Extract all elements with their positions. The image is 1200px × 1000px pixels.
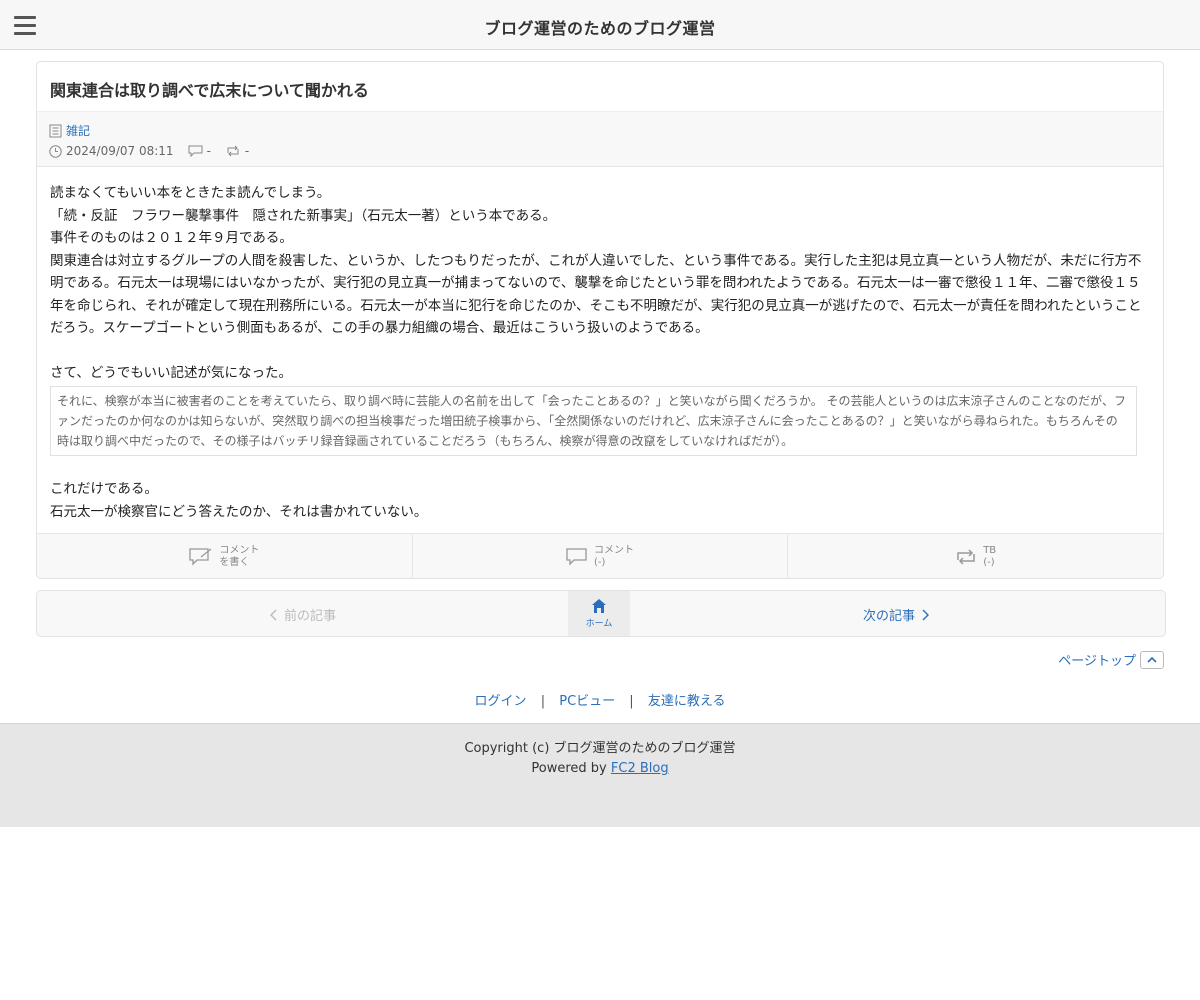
header: ブログ運営のためのブログ運営 — [0, 0, 1200, 50]
next-article-link[interactable]: 次の記事 — [863, 605, 930, 624]
login-link[interactable]: ログイン — [475, 694, 527, 709]
article-meta: 雑記 2024/09/07 08:11 - - — [37, 111, 1163, 167]
paragraph: 「続・反証 フラワー襲撃事件 隠された新事実」（石元太一著）という本である。 — [50, 207, 557, 224]
paragraph: 読まなくてもいい本をときたま読んでしまう。 — [50, 185, 331, 201]
site-title[interactable]: ブログ運営のためのブログ運営 — [0, 15, 1200, 39]
link-separator: | — [629, 694, 634, 709]
comments-label-2: (-) — [594, 557, 606, 568]
tb-label-1: TB — [983, 545, 997, 556]
category-icon — [49, 124, 62, 137]
write-comment-button[interactable]: コメント を書く — [37, 534, 413, 578]
comments-button[interactable]: コメント (-) — [413, 534, 789, 578]
paragraph: 石元太一が検察官にどう答えたのか、それは書かれていない。 — [50, 503, 428, 520]
comment-icon — [566, 548, 587, 566]
home-icon — [592, 599, 606, 613]
comment-count[interactable]: - — [207, 144, 211, 158]
tb-label-2: (-) — [983, 557, 995, 568]
home-button[interactable]: ホーム — [568, 591, 630, 636]
next-article-label: 次の記事 — [863, 609, 916, 624]
copyright: Copyright (c) ブログ運営のためのブログ運営 — [464, 741, 736, 756]
article-body: 読まなくてもいい本をときたま読んでしまう。 「続・反証 フラワー襲撃事件 隠され… — [50, 182, 1150, 523]
write-comment-label-1: コメント — [219, 545, 260, 556]
article-card: 関東連合は取り調べで広末について聞かれる 雑記 2024/09/07 08:11… — [36, 61, 1164, 579]
home-label: ホーム — [585, 619, 613, 629]
footer: Copyright (c) ブログ運営のためのブログ運営 Powered by … — [0, 723, 1200, 827]
chevron-right-icon — [922, 609, 930, 620]
comment-icon — [188, 145, 203, 157]
post-date: 2024/09/07 08:11 — [66, 144, 174, 158]
trackback-icon — [227, 145, 239, 157]
paragraph: 関東連合は対立するグループの人間を殺害した、というか、したつもりだったが、これが… — [50, 252, 1142, 337]
trackback-icon — [957, 549, 975, 565]
trackback-count[interactable]: - — [245, 144, 249, 158]
article-title: 関東連合は取り調べで広末について聞かれる — [50, 81, 369, 100]
article-pager: 前の記事 ホーム 次の記事 — [36, 590, 1166, 637]
category-link[interactable]: 雑記 — [66, 122, 90, 139]
page-top-button[interactable] — [1140, 650, 1164, 669]
paragraph: さて、どうでもいい記述が気になった。 — [50, 364, 293, 381]
blockquote: それに、検察が本当に被害者のことを考えていたら、取り調べ時に芸能人の名前を出して… — [50, 386, 1137, 456]
tell-friend-link[interactable]: 友達に教える — [648, 694, 726, 709]
trackback-button[interactable]: TB (-) — [788, 534, 1163, 578]
clock-icon — [49, 144, 62, 158]
fc2-blog-link[interactable]: FC2 Blog — [611, 761, 669, 776]
chevron-up-icon — [1147, 656, 1157, 663]
paragraph: これだけである。 — [50, 481, 158, 497]
page-top-label: ページトップ — [1058, 654, 1136, 669]
page-top-link[interactable]: ページトップ — [1058, 650, 1164, 669]
paragraph: 事件そのものは２０１２年９月である。 — [50, 230, 293, 246]
comments-label-1: コメント — [594, 545, 634, 556]
prev-article-label: 前の記事 — [284, 609, 337, 624]
powered-by: Powered by FC2 Blog — [0, 761, 1200, 776]
footer-links: ログイン | PCビュー | 友達に教える — [0, 690, 1200, 709]
write-comment-label-2: を書く — [219, 557, 250, 568]
article-actions: コメント を書く コメント (-) TB (-) — [37, 533, 1163, 578]
link-separator: | — [540, 694, 546, 709]
powered-by-prefix: Powered by — [531, 761, 607, 776]
write-comment-icon — [189, 548, 212, 566]
pc-view-link[interactable]: PCビュー — [559, 694, 615, 709]
prev-article-link[interactable]: 前の記事 — [269, 605, 336, 624]
chevron-left-icon — [270, 609, 277, 620]
